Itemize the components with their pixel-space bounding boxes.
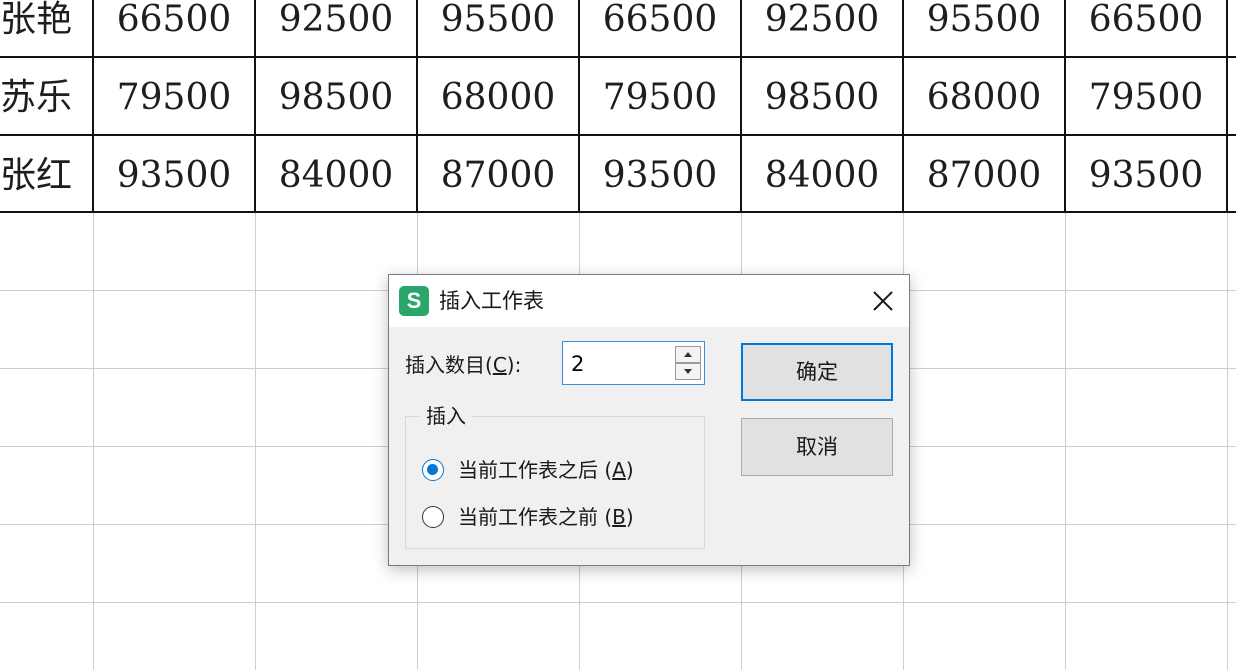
option-before-suffix: ) (625, 505, 634, 529)
option-after-suffix: ) (625, 458, 634, 482)
value-cell[interactable]: 84000 (256, 138, 416, 214)
dialog-title: 插入工作表 (439, 289, 544, 313)
dialog-titlebar[interactable]: S 插入工作表 (389, 275, 909, 327)
value-cell[interactable]: 87000 (904, 138, 1064, 214)
value-cell[interactable]: 92500 (742, 0, 902, 58)
count-label-prefix: 插入数目( (405, 353, 493, 377)
value-cell[interactable]: 98500 (256, 60, 416, 136)
count-label: 插入数目(C): (405, 349, 521, 378)
value-cell[interactable]: 66500 (580, 0, 740, 58)
caret-up-icon (684, 352, 692, 357)
option-after-text: 当前工作表之后 ( (458, 458, 613, 482)
group-title: 插入 (420, 400, 472, 429)
count-input[interactable] (569, 346, 673, 382)
ok-button[interactable]: 确定 (741, 343, 893, 401)
name-cell[interactable]: 苏乐 (0, 60, 92, 136)
value-cell[interactable]: 92500 (256, 0, 416, 58)
grid-line (0, 602, 1236, 603)
value-cell[interactable]: 66500 (1066, 0, 1226, 58)
caret-down-icon (684, 369, 692, 374)
value-cell[interactable]: 87000 (418, 138, 578, 214)
value-cell[interactable]: 79500 (94, 60, 254, 136)
radio-after[interactable] (422, 459, 444, 481)
option-before-label: 当前工作表之前 (B) (458, 503, 634, 531)
name-cell[interactable]: 张艳 (0, 0, 92, 58)
close-icon (873, 291, 893, 311)
table-border (1226, 0, 1228, 213)
count-label-suffix: ): (506, 353, 522, 377)
decrement-button[interactable] (675, 363, 701, 380)
value-cell[interactable]: 95500 (904, 0, 1064, 58)
value-cell[interactable]: 95500 (418, 0, 578, 58)
option-after-label: 当前工作表之后 (A) (458, 456, 634, 484)
value-cell[interactable]: 93500 (1066, 138, 1226, 214)
value-cell[interactable]: 84000 (742, 138, 902, 214)
count-label-key: C (492, 353, 507, 377)
wps-spreadsheet-icon: S (399, 286, 429, 316)
value-cell[interactable]: 93500 (580, 138, 740, 214)
count-stepper (562, 341, 705, 385)
value-cell[interactable]: 98500 (742, 60, 902, 136)
insert-sheet-dialog: S 插入工作表 插入数目(C): 确定 取消 插入 当前工作表之后 (A) (388, 274, 910, 566)
value-cell[interactable]: 68000 (904, 60, 1064, 136)
name-cell[interactable]: 张红 (0, 138, 92, 214)
insert-position-group: 插入 当前工作表之后 (A) 当前工作表之前 (B) (405, 400, 705, 549)
option-before-key: B (612, 505, 626, 529)
value-cell[interactable]: 68000 (418, 60, 578, 136)
cancel-button[interactable]: 取消 (741, 418, 893, 476)
value-cell[interactable]: 66500 (94, 0, 254, 58)
value-cell[interactable]: 79500 (580, 60, 740, 136)
value-cell[interactable]: 79500 (1066, 60, 1226, 136)
radio-before[interactable] (422, 506, 444, 528)
option-before-text: 当前工作表之前 ( (458, 505, 613, 529)
value-cell[interactable]: 93500 (94, 138, 254, 214)
option-after-key: A (612, 458, 626, 482)
increment-button[interactable] (675, 346, 701, 363)
close-button[interactable] (865, 283, 901, 319)
